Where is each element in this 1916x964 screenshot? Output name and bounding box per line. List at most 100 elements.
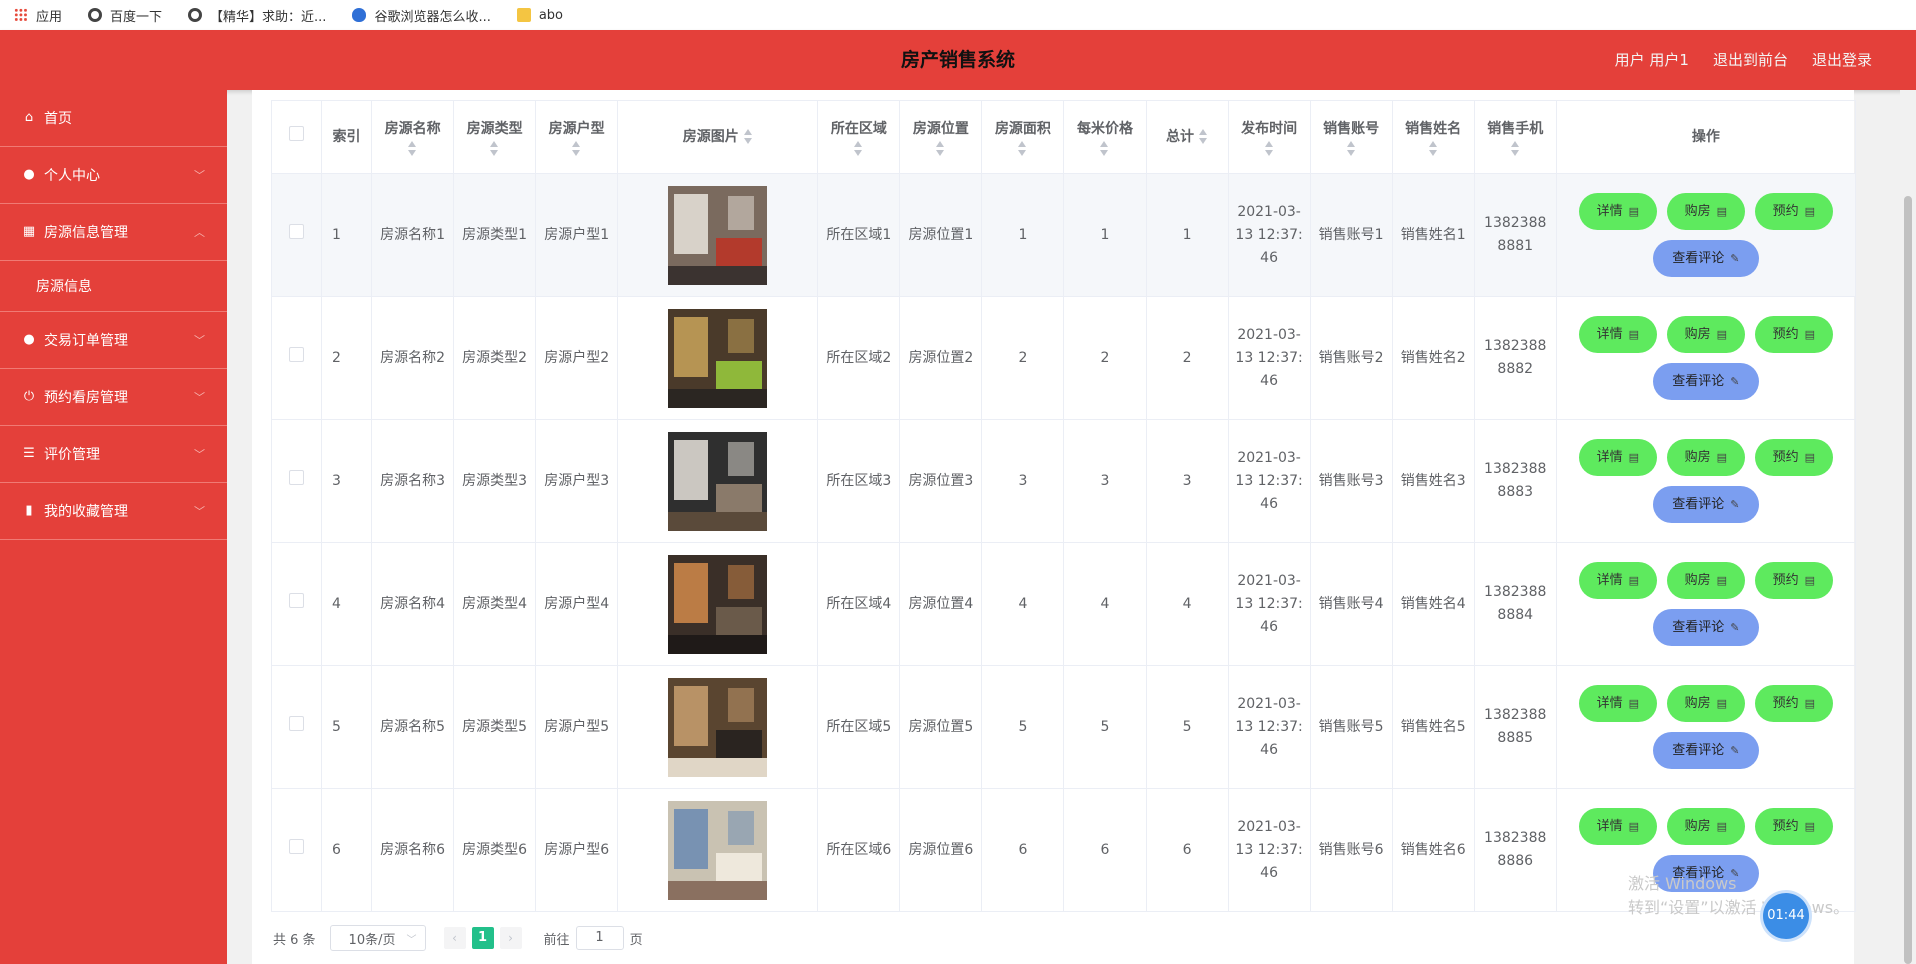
property-photo[interactable]: [668, 800, 768, 900]
reserve-button[interactable]: 预约 ▤: [1754, 808, 1833, 845]
buy-button[interactable]: 购房 ▤: [1666, 808, 1745, 845]
row-checkbox-cell[interactable]: [270, 542, 323, 666]
floating-clock[interactable]: 01:44: [1763, 893, 1809, 939]
row-checkbox[interactable]: [289, 223, 305, 239]
sort-caret-icon[interactable]: [1199, 128, 1208, 145]
sort-caret-icon[interactable]: [408, 140, 417, 157]
sort-caret-icon[interactable]: [572, 140, 581, 157]
view-reviews-button[interactable]: 查看评论 ✎: [1652, 240, 1759, 277]
sidebar-subitem-property-info[interactable]: 房源信息: [0, 261, 227, 312]
sidebar-item-viewing-appointment[interactable]: ⏻ 预约看房管理 ﹀: [0, 369, 227, 426]
reserve-button[interactable]: 预约 ▤: [1754, 439, 1833, 476]
select-all-checkbox[interactable]: [289, 125, 305, 141]
buy-button[interactable]: 购房 ▤: [1666, 562, 1745, 599]
col-header-price[interactable]: 每米价格: [1063, 100, 1147, 174]
cell-layout: 房源户型4: [535, 542, 619, 666]
goto-page-input[interactable]: 1: [575, 926, 624, 950]
logout-link[interactable]: 退出登录: [1812, 30, 1872, 90]
reserve-button[interactable]: 预约 ▤: [1754, 316, 1833, 353]
view-reviews-button[interactable]: 查看评论 ✎: [1652, 486, 1759, 523]
col-header-type[interactable]: 房源类型: [453, 100, 537, 174]
bookmark-apps[interactable]: 应用: [14, 6, 62, 25]
bookmark-chrome-tip[interactable]: 谷歌浏览器怎么收...: [352, 6, 491, 25]
row-checkbox[interactable]: [289, 838, 305, 854]
sort-caret-icon[interactable]: [1018, 140, 1027, 157]
reserve-button[interactable]: 预约 ▤: [1754, 562, 1833, 599]
page-number-current[interactable]: 1: [471, 927, 494, 949]
buy-button[interactable]: 购房 ▤: [1666, 316, 1745, 353]
reserve-button[interactable]: 预约 ▤: [1754, 685, 1833, 722]
col-header-size[interactable]: 房源面积: [981, 100, 1065, 174]
bookmark-abo[interactable]: abo: [516, 8, 563, 23]
page-size-select[interactable]: 10条/页 ﹀: [329, 925, 426, 951]
sort-caret-icon[interactable]: [1100, 140, 1109, 157]
view-reviews-button[interactable]: 查看评论 ✎: [1652, 609, 1759, 646]
detail-button[interactable]: 详情 ▤: [1578, 808, 1657, 845]
col-header-layout[interactable]: 房源户型: [535, 100, 619, 174]
sort-caret-icon[interactable]: [490, 140, 499, 157]
cell-actions: 详情 ▤ 购房 ▤ 预约 ▤ 查看评论 ✎: [1555, 173, 1857, 297]
col-header-region[interactable]: 所在区域: [817, 100, 901, 174]
table-body: 1 房源名称1 房源类型1 房源户型1 所在区域1 房源位置1 1 1 1 2021-03-13 …: [270, 173, 1857, 912]
sidebar-item-personal-center[interactable]: ● 个人中心 ﹀: [0, 147, 227, 204]
row-checkbox[interactable]: [289, 592, 305, 608]
scrollbar-thumb[interactable]: [1904, 196, 1912, 964]
sidebar-item-order-management[interactable]: ● 交易订单管理 ﹀: [0, 312, 227, 369]
sort-caret-icon[interactable]: [1346, 140, 1356, 157]
col-header-location[interactable]: 房源位置: [899, 100, 983, 174]
sort-caret-icon[interactable]: [1510, 140, 1520, 157]
row-checkbox[interactable]: [289, 715, 305, 731]
detail-button[interactable]: 详情 ▤: [1578, 439, 1657, 476]
next-page-button[interactable]: ›: [499, 927, 522, 949]
sort-caret-icon[interactable]: [1428, 140, 1438, 157]
row-checkbox-cell[interactable]: [270, 788, 323, 912]
col-header-name[interactable]: 房源名称: [371, 100, 455, 174]
sort-caret-icon[interactable]: [854, 140, 863, 157]
bookmark-jinghua[interactable]: 【精华】求助：近...: [188, 6, 326, 25]
document-icon: ▤: [1628, 328, 1640, 341]
sort-caret-icon[interactable]: [743, 128, 753, 145]
sidebar-item-home[interactable]: ⌂ 首页: [0, 90, 227, 147]
back-to-front-link[interactable]: 退出到前台: [1713, 30, 1788, 90]
col-header-phone[interactable]: 销售手机: [1473, 100, 1557, 174]
row-checkbox-cell[interactable]: [270, 296, 323, 420]
reserve-button[interactable]: 预约 ▤: [1754, 193, 1833, 230]
row-checkbox-cell[interactable]: [270, 419, 323, 543]
col-header-account[interactable]: 销售账号: [1309, 100, 1393, 174]
detail-button[interactable]: 详情 ▤: [1578, 193, 1657, 230]
sort-caret-icon[interactable]: [936, 140, 945, 157]
col-header-image[interactable]: 房源图片: [617, 100, 819, 174]
property-photo[interactable]: [668, 677, 768, 777]
row-checkbox[interactable]: [289, 469, 305, 485]
cell-time: 2021-03-13 12:37:46: [1227, 665, 1311, 789]
select-all-checkbox-cell[interactable]: [270, 100, 323, 174]
col-header-total[interactable]: 总计: [1145, 100, 1229, 174]
document-icon: ▤: [1804, 574, 1816, 587]
sidebar-item-review-management[interactable]: ☰ 评价管理 ﹀: [0, 426, 227, 483]
buy-button[interactable]: 购房 ▤: [1666, 685, 1745, 722]
cell-region: 所在区域5: [817, 665, 901, 789]
view-reviews-button[interactable]: 查看评论 ✎: [1652, 363, 1759, 400]
sidebar-item-property-management[interactable]: ▦ 房源信息管理 ︿: [0, 204, 227, 261]
view-reviews-button[interactable]: 查看评论 ✎: [1652, 732, 1759, 769]
bookmark-baidu[interactable]: 百度一下: [88, 6, 162, 25]
prev-page-button[interactable]: ‹: [443, 927, 466, 949]
detail-button[interactable]: 详情 ▤: [1578, 562, 1657, 599]
sort-caret-icon[interactable]: [1264, 140, 1274, 157]
buy-button[interactable]: 购房 ▤: [1666, 439, 1745, 476]
col-header-time[interactable]: 发布时间: [1227, 100, 1311, 174]
property-photo[interactable]: [668, 185, 768, 285]
row-checkbox-cell[interactable]: [270, 665, 323, 789]
book-icon: ▮: [25, 503, 33, 518]
property-photo[interactable]: [668, 431, 768, 531]
page-scrollbar[interactable]: [1900, 90, 1916, 964]
property-photo[interactable]: [668, 308, 768, 408]
property-photo[interactable]: [668, 554, 768, 654]
buy-button[interactable]: 购房 ▤: [1666, 193, 1745, 230]
sidebar-item-favorites[interactable]: ▮ 我的收藏管理 ﹀: [0, 483, 227, 540]
detail-button[interactable]: 详情 ▤: [1578, 316, 1657, 353]
row-checkbox-cell[interactable]: [270, 173, 323, 297]
col-header-seller[interactable]: 销售姓名: [1391, 100, 1475, 174]
row-checkbox[interactable]: [289, 346, 305, 362]
detail-button[interactable]: 详情 ▤: [1578, 685, 1657, 722]
